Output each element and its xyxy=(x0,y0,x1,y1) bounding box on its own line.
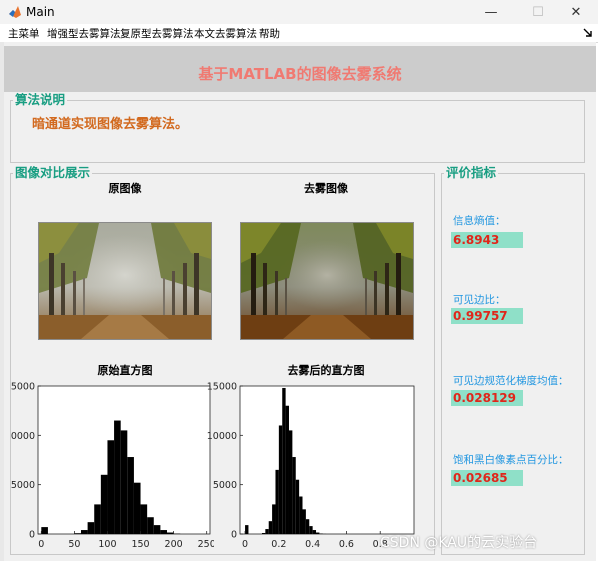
histogram-bar xyxy=(120,430,128,534)
x-tick-label: 100 xyxy=(98,539,116,550)
original-forest-photo xyxy=(39,223,211,339)
histogram-bar xyxy=(316,532,320,534)
metrics-panel-legend: 评价指标 xyxy=(446,165,497,180)
y-tick-label: 0 xyxy=(231,530,237,541)
menu-main[interactable]: 主菜单 xyxy=(8,26,40,41)
menu-help[interactable]: 帮助 xyxy=(259,26,280,41)
title-banner: 基于MATLAB的图像去雾系统 xyxy=(4,46,596,92)
normalized-gradient-value: 0.028129 xyxy=(451,390,523,406)
histogram-bar xyxy=(268,521,273,534)
histogram-bar xyxy=(41,527,48,534)
histogram-bar xyxy=(282,387,286,534)
histogram-bar xyxy=(127,457,134,534)
watermark: CSDN @KAU的云实验台 xyxy=(380,535,538,551)
histogram-bar xyxy=(100,474,108,534)
menu-enhancement-dehaze[interactable]: 增强型去雾算法 xyxy=(47,26,121,41)
dehazed-forest-photo xyxy=(241,223,413,339)
entropy-label: 信息熵值： xyxy=(453,215,506,227)
maximize-button[interactable]: ☐ xyxy=(517,0,559,24)
histogram-bar xyxy=(302,509,306,534)
histogram-bar xyxy=(107,440,115,534)
original-histogram-caption: 原始直方图 xyxy=(97,364,153,377)
y-tick-label: 15000 xyxy=(207,382,237,393)
saturated-pixels-label: 饱和黑白像素点百分比： xyxy=(453,454,569,466)
x-tick-label: 0.6 xyxy=(339,539,354,550)
y-tick-label: 0 xyxy=(29,530,35,541)
histogram-bar xyxy=(167,532,174,534)
normalized-gradient-label: 可见边规范化梯度均值： xyxy=(453,375,569,387)
histogram-bar xyxy=(309,526,313,534)
y-tick-label: 0000 xyxy=(11,431,35,442)
histogram-bar xyxy=(292,457,296,534)
histogram-bar xyxy=(265,529,269,534)
algorithm-panel-legend: 算法说明 xyxy=(15,92,66,107)
visible-edge-ratio-label: 可见边比： xyxy=(453,294,506,306)
comparison-panel-legend: 图像对比展示 xyxy=(15,165,91,180)
title-bar: Main — ☐ ✕ xyxy=(0,0,598,25)
matlab-app-icon xyxy=(9,6,21,18)
histogram-bar xyxy=(153,525,161,534)
x-tick-label: 0.4 xyxy=(305,539,320,550)
histogram-bar xyxy=(312,530,317,534)
histogram-bar xyxy=(305,519,310,534)
y-tick-label: 5000 xyxy=(11,382,35,393)
saturated-pixels-value: 0.02685 xyxy=(451,470,523,486)
histogram-bar xyxy=(299,496,303,534)
histogram-bar xyxy=(288,430,293,534)
original-image xyxy=(38,222,212,340)
entropy-value: 6.8943 xyxy=(451,232,523,248)
plot-area xyxy=(239,385,415,535)
x-tick-label: 0 xyxy=(38,539,44,550)
histogram-bar xyxy=(285,405,289,534)
dehazed-image xyxy=(240,222,414,340)
minimize-icon: — xyxy=(484,4,498,20)
maximize-icon: ☐ xyxy=(532,4,544,20)
histogram-bar xyxy=(295,479,300,534)
menu-bar: 主菜单 增强型去雾算法 复原型去雾算法 本文去雾算法 帮助 xyxy=(0,24,598,43)
close-button[interactable]: ✕ xyxy=(555,0,597,24)
histogram-bar xyxy=(81,530,88,534)
histogram-bar xyxy=(74,533,81,534)
menu-proposed-dehaze[interactable]: 本文去雾算法 xyxy=(194,26,257,41)
histogram-bar xyxy=(94,504,101,534)
histogram-bar xyxy=(160,530,167,534)
histogram-bar xyxy=(87,522,95,534)
histogram-bar xyxy=(133,482,141,534)
dock-arrow-icon[interactable] xyxy=(583,28,592,38)
dehazed-histogram-caption: 去雾后的直方图 xyxy=(287,364,365,377)
visible-edge-ratio-value: 0.99757 xyxy=(451,308,523,324)
original-image-caption: 原图像 xyxy=(108,182,142,195)
histogram-bar xyxy=(147,517,154,534)
histogram-bar xyxy=(245,525,249,534)
x-tick-label: 0.2 xyxy=(271,539,286,550)
window-title: Main xyxy=(26,5,55,19)
dehazed-histogram: 0 0.2 0.4 0.6 0.8050001000015000 xyxy=(207,382,415,550)
histogram-bar xyxy=(140,504,148,534)
histogram-bar xyxy=(114,420,121,534)
minimize-button[interactable]: — xyxy=(470,0,512,24)
algorithm-description: 暗通道实现图像去雾算法。 xyxy=(32,117,189,132)
menu-restoration-dehaze[interactable]: 复原型去雾算法 xyxy=(120,26,194,41)
x-tick-label: 150 xyxy=(131,539,149,550)
y-tick-label: 5000 xyxy=(11,480,35,491)
y-tick-label: 10000 xyxy=(207,431,237,442)
histogram-bar xyxy=(275,469,279,534)
close-icon: ✕ xyxy=(570,4,582,20)
y-tick-label: 5000 xyxy=(213,480,237,491)
dehazed-image-caption: 去雾图像 xyxy=(304,182,348,195)
x-tick-label: 0 xyxy=(242,539,248,550)
histogram-bar xyxy=(272,504,276,534)
original-histogram: 0 50 100 150 200 2500500000005000 xyxy=(11,382,214,551)
histogram-bar xyxy=(278,425,283,534)
x-tick-label: 50 xyxy=(68,539,80,550)
histogram-bar xyxy=(261,533,266,534)
x-tick-label: 200 xyxy=(165,539,183,550)
page-title: 基于MATLAB的图像去雾系统 xyxy=(198,65,402,83)
